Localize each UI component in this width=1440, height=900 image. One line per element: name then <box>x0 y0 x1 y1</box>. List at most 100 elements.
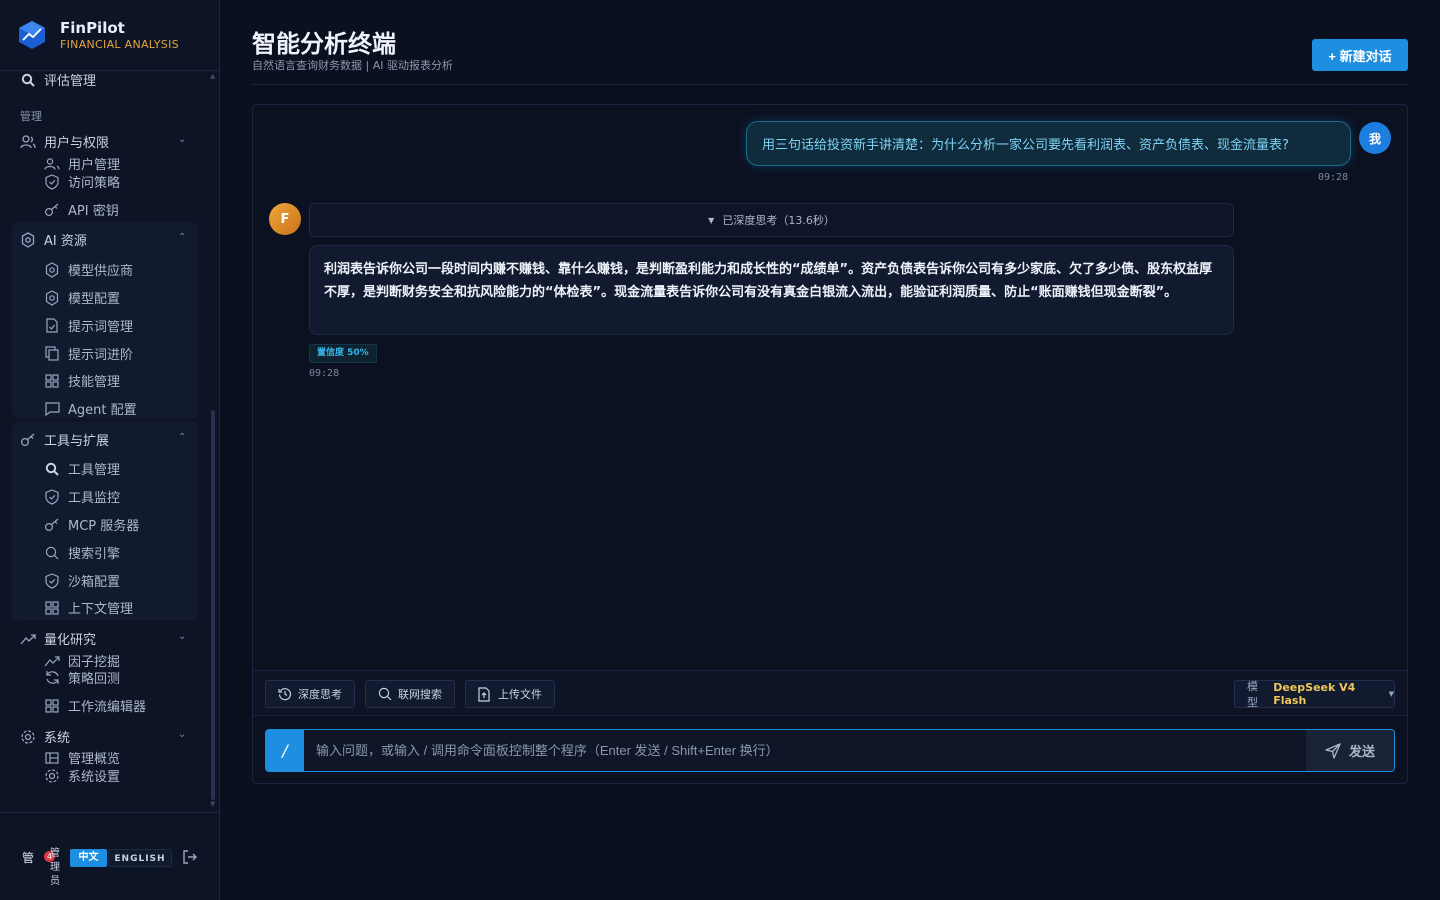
sidebar-item-model-config[interactable]: 模型配置 <box>44 288 120 307</box>
sidebar-item-context[interactable]: 上下文管理 <box>44 598 133 617</box>
user-message-bubble: 用三句话给投资新手讲清楚：为什么分析一家公司要先看利润表、资产负债表、现金流量表… <box>746 121 1351 166</box>
chip-icon <box>20 231 36 248</box>
sidebar-item-prompt-management[interactable]: 提示词管理 <box>44 316 133 335</box>
sidebar-item-label: 管理概览 <box>68 752 121 767</box>
brand-subtitle: FINANCIAL ANALYSIS <box>60 38 179 51</box>
chevron-down-icon[interactable]: ⌄ <box>178 631 186 642</box>
sidebar-footer: 管 4 管理员 中文 ENGLISH <box>0 812 220 900</box>
sidebar-item-label: 用户管理 <box>68 158 121 173</box>
sidebar-item-prompt-advanced[interactable]: 提示词进阶 <box>44 344 133 363</box>
refresh-icon <box>44 670 60 686</box>
shield-icon <box>44 488 60 505</box>
new-chat-button[interactable]: + 新建对话 <box>1312 39 1408 71</box>
sidebar-item-access-policy[interactable]: 访问策略 <box>44 172 120 191</box>
page-title: 智能分析终端 <box>252 30 396 58</box>
chat-icon <box>44 401 60 417</box>
sidebar-item-label: API 密钥 <box>68 204 119 219</box>
sidebar-item-label: 模型供应商 <box>68 264 134 279</box>
scroll-down-arrow-icon[interactable]: ▼ <box>210 800 215 808</box>
sidebar-item-tool-monitor[interactable]: 工具监控 <box>44 487 120 506</box>
sidebar-item-evaluation[interactable]: 评估管理 <box>20 70 96 89</box>
send-button[interactable]: 发送 <box>1306 730 1394 771</box>
send-label: 发送 <box>1348 744 1375 759</box>
chevron-down-icon[interactable]: ⌄ <box>178 729 186 740</box>
lang-en-button[interactable]: ENGLISH <box>108 849 172 867</box>
assistant-message-text: 利润表告诉你公司一段时间内赚不赚钱、靠什么赚钱，是判断盈利能力和成长性的“成绩单… <box>324 262 1213 300</box>
grid-icon <box>44 600 60 616</box>
chat-input[interactable] <box>304 730 1306 771</box>
sidebar-nav: 评估管理 管理 用户与权限 ⌄ 用户管理 访问策略 API 密钥 AI 资源 ⌃… <box>0 70 210 810</box>
trend-icon <box>20 631 36 647</box>
user-name: 管理员 <box>50 848 60 887</box>
sidebar-scrollbar[interactable] <box>211 410 215 800</box>
sidebar-item-label: MCP 服务器 <box>68 519 140 534</box>
brand[interactable]: FinPilot FINANCIAL ANALYSIS <box>18 18 179 52</box>
dashboard-icon <box>44 750 60 766</box>
sidebar-group-label: AI 资源 <box>44 234 87 249</box>
sidebar-group-quant-research[interactable]: 量化研究 <box>20 629 96 648</box>
search-icon <box>378 687 392 701</box>
user-avatar[interactable]: 管 <box>22 849 34 866</box>
deep-think-button[interactable]: 深度思考 <box>265 680 355 708</box>
sidebar-item-api-keys[interactable]: API 密钥 <box>44 200 119 219</box>
chip-icon <box>44 261 60 278</box>
users-icon <box>44 156 60 172</box>
lang-zh-button[interactable]: 中文 <box>70 849 107 867</box>
sidebar-item-label: 评估管理 <box>44 74 97 89</box>
thinking-label: 已深度思考（13.6秒） <box>722 214 835 227</box>
sidebar-item-system-settings[interactable]: 系统设置 <box>44 766 120 785</box>
chevron-up-icon[interactable]: ⌃ <box>178 232 186 243</box>
upload-file-button[interactable]: 上传文件 <box>465 680 555 708</box>
sidebar-item-label: 技能管理 <box>68 375 121 390</box>
sidebar-item-sandbox[interactable]: 沙箱配置 <box>44 571 120 590</box>
user-message-time: 09:28 <box>1318 172 1349 183</box>
sidebar-item-workflow-editor[interactable]: 工作流编辑器 <box>44 696 146 715</box>
history-icon <box>278 687 292 701</box>
send-icon <box>1325 742 1341 759</box>
scroll-up-arrow-icon[interactable]: ▲ <box>210 72 215 80</box>
chevron-up-icon[interactable]: ⌃ <box>178 432 186 443</box>
header-divider <box>252 84 1408 85</box>
assistant-message-bubble: 利润表告诉你公司一段时间内赚不赚钱、靠什么赚钱，是判断盈利能力和成长性的“成绩单… <box>309 245 1234 335</box>
sidebar-item-mcp-servers[interactable]: MCP 服务器 <box>44 515 139 534</box>
sidebar-item-search-engines[interactable]: 搜索引擎 <box>44 543 120 562</box>
sidebar-item-backtest[interactable]: 策略回测 <box>44 668 120 687</box>
logout-icon[interactable] <box>182 849 198 865</box>
gear-icon <box>20 729 36 745</box>
sidebar-item-model-providers[interactable]: 模型供应商 <box>44 260 133 279</box>
upload-file-label: 上传文件 <box>498 689 542 701</box>
web-search-button[interactable]: 联网搜索 <box>365 680 455 708</box>
grid-icon <box>44 698 60 714</box>
sidebar-item-label: 搜索引擎 <box>68 547 121 562</box>
sidebar-item-label: 模型配置 <box>68 292 121 307</box>
page-subtitle: 自然语言查询财务数据 | AI 驱动报表分析 <box>252 59 453 72</box>
sidebar-group-users-permissions[interactable]: 用户与权限 <box>20 132 109 151</box>
sidebar-group-ai-resources[interactable]: AI 资源 <box>20 230 87 249</box>
trend-icon <box>44 653 60 669</box>
user-message-text: 用三句话给投资新手讲清楚：为什么分析一家公司要先看利润表、资产负债表、现金流量表… <box>762 138 1289 153</box>
thinking-toggle[interactable]: ▼ 已深度思考（13.6秒） <box>309 203 1234 237</box>
finpilot-logo-icon <box>19 21 45 49</box>
model-select[interactable]: 模型 DeepSeek V4 Flash ▼ <box>1234 680 1395 709</box>
sidebar-item-label: 沙箱配置 <box>68 575 121 590</box>
sidebar-item-skills[interactable]: 技能管理 <box>44 371 120 390</box>
sidebar-item-user-management[interactable]: 用户管理 <box>44 154 120 173</box>
sidebar-item-admin-overview[interactable]: 管理概览 <box>44 748 120 767</box>
command-palette-button[interactable]: / <box>266 730 304 771</box>
sidebar-group-system[interactable]: 系统 <box>20 727 70 746</box>
sidebar-item-label: 工具监控 <box>68 491 121 506</box>
sidebar-item-tool-management[interactable]: 工具管理 <box>44 459 120 478</box>
shield-icon <box>44 572 60 589</box>
chevron-down-icon[interactable]: ⌄ <box>178 134 186 145</box>
confidence-badge: 置信度 50% <box>309 344 377 363</box>
sidebar-item-label: 上下文管理 <box>68 602 134 617</box>
sidebar-group-label: 工具与扩展 <box>44 434 110 449</box>
document-icon <box>44 318 60 334</box>
sidebar-group-tools-extensions[interactable]: 工具与扩展 <box>20 430 109 449</box>
sidebar-item-agent-config[interactable]: Agent 配置 <box>44 399 137 418</box>
shield-icon <box>44 173 60 190</box>
sidebar-group-label: 系统 <box>44 731 71 746</box>
assistant-message-time: 09:28 <box>309 368 340 379</box>
sidebar-item-label: 系统设置 <box>68 770 121 785</box>
sidebar-group-label: 量化研究 <box>44 633 97 648</box>
